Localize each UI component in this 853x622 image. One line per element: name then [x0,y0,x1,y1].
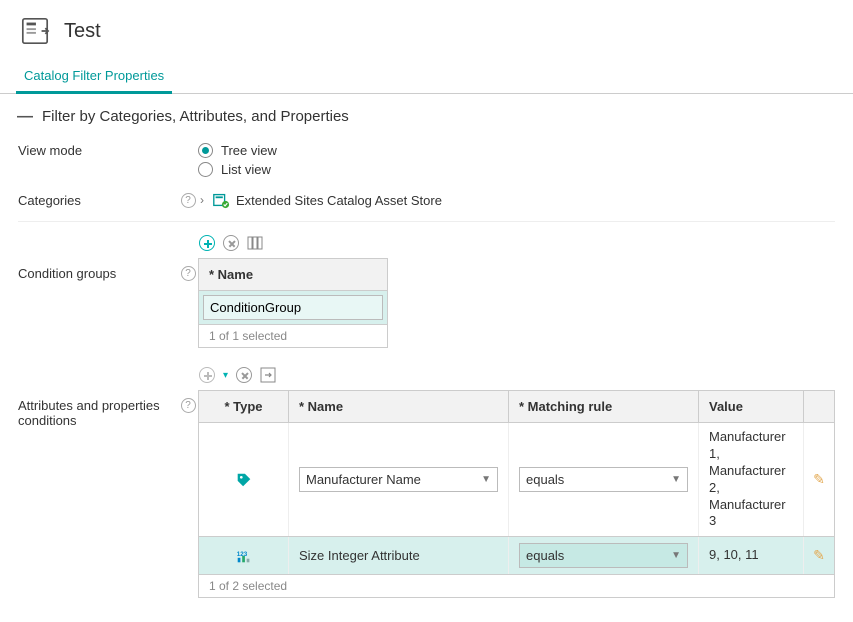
label-attributes-conditions: Attributes and properties conditions [18,366,178,428]
label-condition-groups: Condition groups [18,234,178,281]
section-header: — Filter by Categories, Attributes, and … [18,108,835,125]
delete-button[interactable] [235,366,253,384]
table-row[interactable]: 123 Size Integer Attribute equals ▼ 9, 1… [199,537,834,575]
page-header: Test [0,0,853,58]
condition-groups-toolbar [198,234,835,258]
rule-select-value: equals [526,548,564,563]
add-menu-chevron-icon[interactable]: ▾ [222,370,229,381]
name-text: Size Integer Attribute [299,548,420,563]
col-header-type[interactable]: * Type [199,391,289,422]
value-text: 9, 10, 11 [709,547,759,564]
tabs: Catalog Filter Properties [0,58,853,94]
category-store-label[interactable]: Extended Sites Catalog Asset Store [236,193,442,208]
edit-pencil-icon[interactable]: ✎ [813,547,825,564]
store-icon [212,191,230,209]
add-button[interactable] [198,234,216,252]
chevron-down-icon: ▼ [671,550,681,561]
expand-chevron-icon[interactable]: › [198,193,206,207]
row-view-mode: View mode Tree view List view [18,135,835,185]
radio-circle-icon [198,162,213,177]
table-row[interactable]: Manufacturer Name ▼ equals ▼ Manufacture… [199,423,834,537]
row-attributes-conditions: Attributes and properties conditions ? ▾… [18,354,835,604]
columns-button[interactable] [246,234,264,252]
radio-label-tree: Tree view [221,143,277,158]
label-view-mode: View mode [18,141,178,158]
row-categories: Categories ? › Extended Sites Catalog As… [18,185,835,222]
value-text: Manufacturer 1, Manufacturer 2, Manufact… [709,429,793,530]
rule-select[interactable]: equals ▼ [519,543,688,568]
name-select[interactable]: Manufacturer Name ▼ [299,467,498,492]
rule-select[interactable]: equals ▼ [519,467,688,492]
col-header-value[interactable]: Value [699,391,804,422]
delete-button[interactable] [222,234,240,252]
rule-select-value: equals [526,472,564,487]
page-title: Test [64,20,101,43]
col-header-name[interactable]: * Name [199,259,387,290]
name-select-value: Manufacturer Name [306,472,421,487]
condition-groups-footer: 1 of 1 selected [199,325,387,347]
tag-icon [235,471,253,489]
edit-pencil-icon[interactable]: ✎ [813,471,825,488]
chevron-down-icon: ▼ [481,474,491,485]
condition-groups-table: * Name 1 of 1 selected [198,258,388,348]
collapse-button[interactable]: — [18,110,32,124]
tab-catalog-filter-properties[interactable]: Catalog Filter Properties [16,58,172,94]
test-object-icon [20,16,50,46]
radio-list-view[interactable]: List view [198,160,835,179]
add-button-disabled[interactable] [198,366,216,384]
numeric-stat-icon: 123 [235,547,253,565]
radio-label-list: List view [221,162,271,177]
col-header-edit [804,391,834,422]
attributes-table: * Type * Name * Matching rule Value [198,390,835,598]
col-header-name[interactable]: * Name [289,391,509,422]
help-icon[interactable]: ? [181,266,196,281]
row-condition-groups: Condition groups ? * Name [18,222,835,354]
help-icon[interactable]: ? [181,193,196,208]
radio-tree-view[interactable]: Tree view [198,141,835,160]
condition-group-name-input[interactable] [203,295,383,320]
export-button[interactable] [259,366,277,384]
section-title: Filter by Categories, Attributes, and Pr… [42,108,349,125]
attributes-toolbar: ▾ [198,366,835,390]
table-row[interactable] [199,291,387,325]
col-header-rule[interactable]: * Matching rule [509,391,699,422]
chevron-down-icon: ▼ [671,474,681,485]
radio-circle-icon [198,143,213,158]
help-icon[interactable]: ? [181,398,196,413]
label-categories: Categories [18,191,178,208]
attributes-table-footer: 1 of 2 selected [199,575,834,597]
